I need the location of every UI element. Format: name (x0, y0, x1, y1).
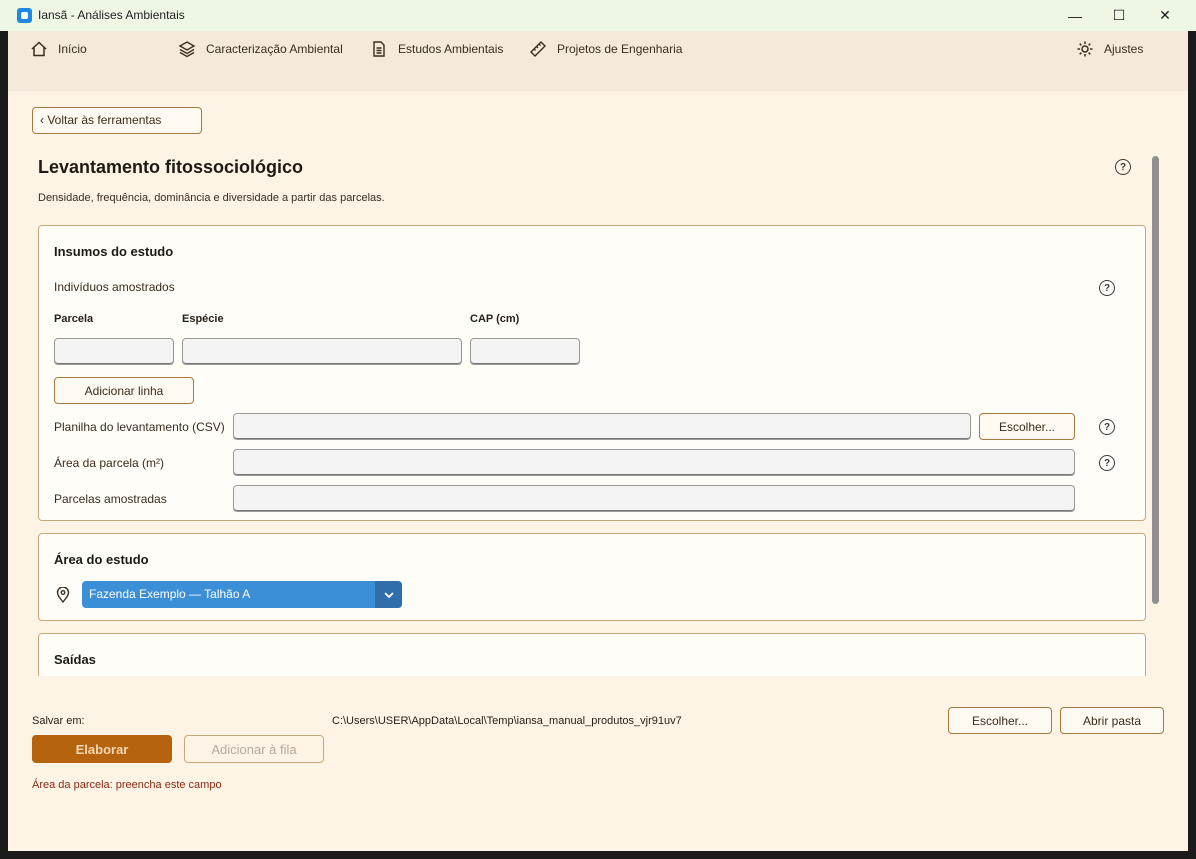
chevron-down-icon[interactable] (375, 581, 402, 608)
home-icon (31, 41, 47, 57)
document-icon (373, 41, 385, 57)
elaborate-button[interactable]: Elaborar (32, 735, 172, 763)
nav-item-caracterizacao[interactable]: Caracterização Ambiental (178, 39, 343, 59)
area-help-icon[interactable]: ? (1099, 455, 1115, 471)
maximize-button[interactable]: ☐ (1096, 0, 1142, 31)
page-help-icon[interactable]: ? (1115, 159, 1131, 175)
cap-input[interactable] (470, 338, 580, 365)
individuals-help-icon[interactable]: ? (1099, 280, 1115, 296)
nav-item-projetos[interactable]: Projetos de Engenharia (529, 39, 682, 59)
page-subtitle: Densidade, frequência, dominância e dive… (38, 192, 385, 204)
choose-csv-button[interactable]: Escolher... (979, 413, 1075, 440)
column-header-especie: Espécie (182, 313, 224, 325)
csv-path-input[interactable] (233, 413, 971, 440)
choose-folder-button[interactable]: Escolher... (948, 707, 1052, 734)
plots-input[interactable] (233, 485, 1075, 512)
add-to-queue-button[interactable]: Adicionar à fila (184, 735, 324, 763)
area-label: Área da parcela (m²) (54, 456, 165, 470)
top-nav: Início Caracterização Ambiental Estudos … (8, 31, 1188, 91)
nav-item-estudos[interactable]: Estudos Ambientais (370, 39, 503, 59)
app-window: Início Caracterização Ambiental Estudos … (8, 31, 1188, 851)
column-header-parcela: Parcela (54, 313, 94, 325)
nav-item-ajustes[interactable]: Ajustes (1076, 39, 1143, 59)
csv-label: Planilha do levantamento (CSV) (54, 420, 225, 434)
study-area-select[interactable]: Fazenda Exemplo — Talhão A (82, 581, 402, 608)
study-area-section: Área do estudo Fazenda Exemplo — Talhão … (38, 533, 1146, 621)
save-path: C:\Users\USER\AppData\Local\Temp\iansa_m… (332, 715, 682, 727)
especie-input[interactable] (182, 338, 462, 365)
back-to-tools-button[interactable]: ‹ Voltar às ferramentas (32, 107, 202, 134)
close-button[interactable]: ✕ (1142, 0, 1188, 31)
footer-panel (8, 676, 1188, 851)
gear-icon (1077, 41, 1093, 57)
scrollbar-thumb[interactable] (1152, 156, 1159, 604)
plots-label: Parcelas amostradas (54, 492, 167, 506)
location-pin-icon (56, 587, 70, 603)
layers-icon (178, 41, 196, 58)
area-input[interactable] (233, 449, 1075, 476)
study-area-selected: Fazenda Exemplo — Talhão A (89, 587, 251, 601)
nav-label: Ajustes (1104, 42, 1144, 56)
validation-error: Área da parcela: preencha este campo (32, 779, 222, 791)
ruler-icon (530, 41, 546, 57)
add-row-button[interactable]: Adicionar linha (54, 377, 194, 404)
minimize-button[interactable]: — (1052, 0, 1098, 31)
section-title: Saídas (54, 652, 96, 667)
nav-label: Caracterização Ambiental (206, 42, 343, 56)
save-in-label: Salvar em: (32, 715, 85, 727)
parcela-input[interactable] (54, 338, 174, 365)
nav-label: Projetos de Engenharia (557, 42, 683, 56)
page-title: Levantamento fitossociológico (38, 157, 304, 177)
nav-label: Início (58, 42, 87, 56)
window-title: Iansã - Análises Ambientais (38, 8, 185, 22)
individuals-label: Indivíduos amostrados (54, 280, 175, 294)
csv-help-icon[interactable]: ? (1099, 419, 1115, 435)
nav-label: Estudos Ambientais (398, 42, 504, 56)
inputs-section: Insumos do estudo Indivíduos amostrados … (38, 225, 1146, 521)
column-header-cap: CAP (cm) (470, 313, 520, 325)
section-title: Área do estudo (54, 552, 149, 567)
section-title: Insumos do estudo (54, 244, 174, 259)
nav-item-inicio[interactable]: Início (30, 39, 87, 59)
window-titlebar: Iansã - Análises Ambientais — ☐ ✕ (0, 0, 1196, 31)
open-folder-button[interactable]: Abrir pasta (1060, 707, 1164, 734)
app-icon (17, 8, 32, 23)
